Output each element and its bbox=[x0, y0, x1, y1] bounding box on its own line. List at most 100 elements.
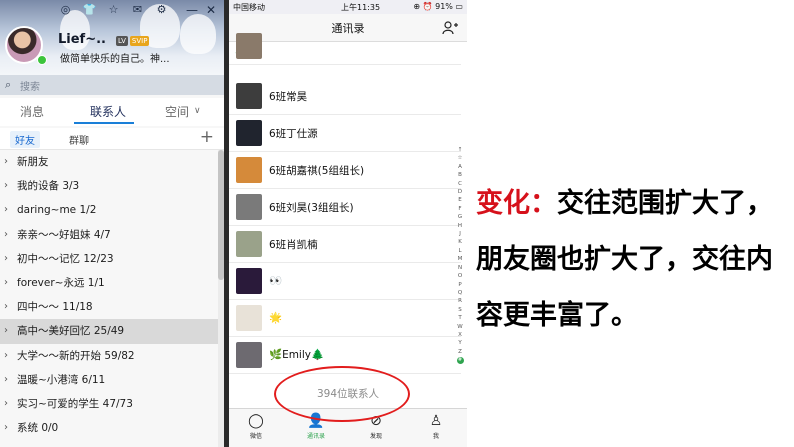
index-letter[interactable]: O bbox=[458, 272, 462, 280]
friend-group-label: 新朋友 bbox=[17, 156, 49, 168]
friend-group-item[interactable]: › 温暖~小港湾 6/11 bbox=[0, 368, 218, 392]
contact-name: 🌿Emily🌲 bbox=[269, 349, 325, 361]
contact-row[interactable]: 🌟 bbox=[229, 300, 461, 337]
index-letter[interactable]: H bbox=[458, 222, 462, 230]
friend-group-item[interactable]: › 大学～～新的开始 59/82 bbox=[0, 344, 218, 368]
search-input[interactable]: 搜索 bbox=[20, 78, 40, 93]
index-letter[interactable]: Y bbox=[458, 339, 461, 347]
contact-avatar bbox=[236, 194, 262, 220]
friend-group-label: 实习~可爱的学生 47/73 bbox=[17, 397, 133, 410]
chevron-right-icon: › bbox=[4, 204, 8, 216]
friend-group-item[interactable]: › 新朋友 bbox=[0, 150, 218, 174]
friend-group-item[interactable]: › 四中～～ 11/18 bbox=[0, 295, 218, 319]
chevron-right-icon: › bbox=[4, 228, 8, 240]
index-letter[interactable]: W bbox=[457, 323, 462, 331]
index-letter[interactable]: ☆ bbox=[458, 154, 463, 162]
index-letter[interactable]: Z bbox=[458, 348, 462, 356]
friend-group-item[interactable]: › daring~me 1/2 bbox=[0, 198, 218, 222]
chevron-right-icon: › bbox=[4, 349, 8, 361]
tab-messages[interactable]: 消息 bbox=[20, 103, 44, 120]
contact-name: 6班胡嘉祺(5组组长) bbox=[269, 165, 365, 177]
contact-row[interactable]: 🌿Emily🌲 bbox=[229, 337, 461, 374]
caption-highlight: 变化： bbox=[476, 188, 557, 219]
contact-row[interactable]: 6班常昊 bbox=[229, 78, 461, 115]
gear-icon[interactable]: ⚙ bbox=[154, 3, 169, 16]
friend-group-item[interactable]: › 高中～美好回忆 25/49 bbox=[0, 319, 218, 344]
friend-group-list: › 新朋友 › 我的设备 3/3 › daring~me 1/2 › 亲亲～～好姐妹 4/7 ›… bbox=[0, 150, 218, 440]
contact-row[interactable]: 6班胡嘉祺(5组组长) bbox=[229, 152, 461, 189]
contact-row[interactable]: 6班丁仕源 bbox=[229, 115, 461, 152]
index-letter[interactable]: ↑ bbox=[458, 146, 463, 154]
index-letter[interactable]: A bbox=[458, 163, 462, 171]
status-bar: 中国移动 上午11:35 ⊕ ⏰ 91% ▭ bbox=[229, 0, 467, 14]
index-letter[interactable]: X bbox=[458, 331, 462, 339]
index-letter[interactable]: P bbox=[458, 281, 461, 289]
friend-group-item[interactable]: › 系统 0/0 bbox=[0, 416, 218, 440]
index-letter[interactable]: R bbox=[458, 297, 462, 305]
index-letter[interactable]: G bbox=[458, 213, 462, 221]
index-letter[interactable]: # bbox=[456, 357, 464, 365]
search-bar[interactable]: ⌕ 搜索 bbox=[0, 75, 224, 95]
friend-group-label: 亲亲～～好姐妹 4/7 bbox=[17, 228, 111, 241]
chevron-right-icon: › bbox=[4, 180, 8, 192]
index-letter[interactable]: D bbox=[458, 188, 462, 196]
tab-contacts[interactable]: 👤 通讯录 bbox=[291, 411, 341, 440]
friend-group-label: 大学～～新的开始 59/82 bbox=[17, 349, 135, 362]
tab-space[interactable]: 空间 bbox=[165, 103, 189, 120]
chevron-right-icon: › bbox=[4, 397, 8, 409]
tab-compass[interactable]: ⊘ 发现 bbox=[351, 411, 401, 440]
index-letter[interactable]: F bbox=[458, 205, 461, 213]
contact-name: 6班丁仕源 bbox=[269, 128, 318, 140]
shirt-icon[interactable]: 👕 bbox=[82, 3, 97, 16]
subtab-friends[interactable]: 好友 bbox=[10, 131, 40, 148]
contact-row[interactable] bbox=[229, 28, 461, 65]
signature[interactable]: 做简单快乐的自己。神... bbox=[60, 50, 170, 65]
index-letter[interactable]: K bbox=[458, 238, 462, 246]
person-icon: ♙ bbox=[429, 413, 443, 429]
contact-avatar bbox=[236, 231, 262, 257]
friend-group-item[interactable]: › 初中～～记忆 12/23 bbox=[0, 247, 218, 271]
star-icon[interactable]: ☆ bbox=[106, 3, 121, 16]
compass-icon: ⊘ bbox=[370, 413, 382, 429]
index-letter[interactable]: S bbox=[458, 306, 462, 314]
alphabet-index[interactable]: ↑ ☆ A B C D E F G H J K L M N O P Q R S T W X Y Z # bbox=[455, 146, 465, 365]
contact-row[interactable]: 6班刘昊(3组组长) bbox=[229, 189, 461, 226]
search-icon: ⌕ bbox=[5, 78, 12, 91]
index-letter[interactable]: M bbox=[458, 255, 463, 263]
qq-top-icons: ◎ 👕 ☆ ✉ ⚙ bbox=[58, 3, 169, 16]
battery: ⊕ ⏰ 91% ▭ bbox=[413, 2, 463, 11]
index-letter[interactable]: E bbox=[458, 196, 461, 204]
contacts-icon: 👤 bbox=[307, 413, 325, 429]
nickname[interactable]: Lief~.. bbox=[58, 32, 106, 47]
carrier: 中国移动 bbox=[233, 3, 265, 12]
friend-group-item[interactable]: › forever~永远 1/1 bbox=[0, 271, 218, 295]
index-letter[interactable]: B bbox=[458, 171, 462, 179]
friend-group-label: daring~me 1/2 bbox=[17, 204, 97, 217]
qq-main-tabs: 消息 联系人 空间 ∨ bbox=[0, 98, 224, 126]
close-icon[interactable]: ✕ bbox=[206, 3, 216, 17]
subtab-groups[interactable]: 群聊 bbox=[64, 131, 94, 148]
tab-person[interactable]: ♙ 我 bbox=[411, 411, 461, 440]
friend-group-item[interactable]: › 实习~可爱的学生 47/73 bbox=[0, 392, 218, 416]
tab-chat[interactable]: ◯ 微信 bbox=[231, 411, 281, 440]
tab-bar: ◯ 微信 👤 通讯录 ⊘ 发现 ♙ 我 bbox=[229, 408, 467, 447]
chevron-down-icon[interactable]: ∨ bbox=[194, 106, 201, 116]
contact-row[interactable]: 👀 bbox=[229, 263, 461, 300]
mail-icon[interactable]: ✉ bbox=[130, 3, 145, 16]
friend-group-item[interactable]: › 我的设备 3/3 bbox=[0, 174, 218, 198]
camera-icon[interactable]: ◎ bbox=[58, 3, 73, 16]
friend-group-item[interactable]: › 亲亲～～好姐妹 4/7 bbox=[0, 223, 218, 247]
index-letter[interactable]: Q bbox=[458, 289, 462, 297]
tab-contacts[interactable]: 联系人 bbox=[90, 103, 126, 120]
contact-row[interactable]: 6班肖凯楠 bbox=[229, 226, 461, 263]
index-letter[interactable]: N bbox=[458, 264, 462, 272]
index-letter[interactable]: J bbox=[459, 230, 461, 238]
contact-avatar bbox=[236, 157, 262, 183]
minimize-icon[interactable]: — bbox=[186, 3, 198, 17]
index-letter[interactable]: C bbox=[458, 180, 462, 188]
tab-label: 我 bbox=[432, 433, 439, 440]
chevron-right-icon: › bbox=[4, 325, 8, 337]
index-letter[interactable]: L bbox=[458, 247, 461, 255]
add-icon[interactable]: + bbox=[200, 127, 214, 147]
index-letter[interactable]: T bbox=[458, 314, 461, 322]
